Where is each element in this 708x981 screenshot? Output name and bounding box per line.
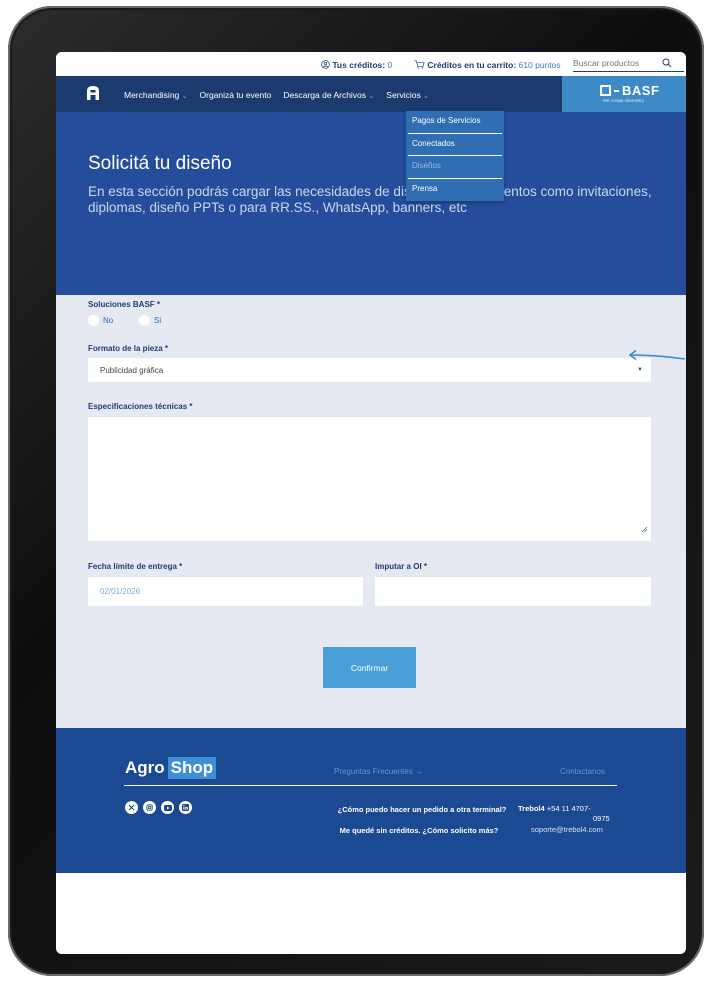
site-footer: Agro Shop Preguntas Frecuentes → Contact… [56, 728, 686, 873]
imputar-input[interactable] [375, 577, 651, 606]
cart-value: 610 puntos [518, 60, 561, 70]
cart-label: Créditos en tu carrito: [427, 60, 517, 70]
radio-no[interactable]: No [88, 315, 113, 326]
formato-selected-value: Publicidad gráfica [100, 366, 164, 375]
design-request-form: Soluciones BASF * No Si Formato de la pi… [56, 295, 686, 728]
chevron-down-icon: ⌄ [181, 93, 188, 100]
page-bottom [56, 873, 686, 954]
cart-icon [414, 60, 427, 70]
brand-agro: Agro [125, 758, 165, 777]
user-icon [321, 60, 332, 70]
faq-link[interactable]: Preguntas Frecuentes → [334, 767, 423, 776]
credits-value: 0 [387, 60, 393, 70]
search-box[interactable] [573, 58, 684, 72]
fecha-label: Fecha límite de entrega * [88, 562, 183, 571]
search-icon[interactable] [662, 58, 672, 70]
tablet-frame: Tus créditos: 0 Créditos en tu carrito: … [8, 6, 704, 976]
annotation-arrow-icon [628, 349, 686, 368]
linkedin-icon[interactable] [179, 801, 192, 814]
browser-screen: Tus créditos: 0 Créditos en tu carrito: … [56, 52, 686, 954]
dropdown-item-conectados[interactable]: Conectados [408, 134, 502, 156]
trebol-phone[interactable]: +54 11 4707- [547, 804, 591, 813]
especificaciones-label: Especificaciones técnicas * [88, 402, 193, 411]
imputar-label: Imputar a OI * [375, 562, 428, 571]
formato-select[interactable]: Publicidad gráfica ▼ [88, 358, 651, 382]
cart-credits-indicator[interactable]: Créditos en tu carrito: 610 puntos [414, 60, 561, 70]
servicios-dropdown: Pagos de Servicios Conectados Diseños Pr… [406, 111, 504, 201]
formato-label: Formato de la pieza * [88, 344, 169, 353]
trebol-contact: Trebol4 +54 11 4707- [518, 804, 591, 813]
resize-handle-icon[interactable] [641, 520, 648, 538]
radio-button[interactable] [139, 315, 150, 326]
contact-link[interactable]: Contactanos [560, 767, 605, 776]
radio-si[interactable]: Si [139, 315, 161, 326]
nav-menu: Merchandising ⌄ Organizá tu evento Desca… [124, 90, 429, 100]
basf-dash-icon [614, 89, 619, 92]
radio-button[interactable] [88, 315, 99, 326]
utility-bar: Tus créditos: 0 Créditos en tu carrito: … [56, 52, 686, 76]
credits-label: Tus créditos: [332, 60, 386, 70]
x-twitter-icon[interactable] [125, 801, 138, 814]
youtube-icon[interactable] [161, 801, 174, 814]
page-title: Solicitá tu diseño [88, 153, 232, 174]
brand-shop: Shop [167, 757, 217, 779]
credits-indicator[interactable]: Tus créditos: 0 [321, 60, 392, 70]
instagram-icon[interactable] [143, 801, 156, 814]
nav-item-organiza[interactable]: Organizá tu evento [200, 90, 272, 100]
dropdown-item-disenos[interactable]: Diseños [408, 156, 502, 179]
nav-item-servicios[interactable]: Servicios ⌄ [386, 90, 429, 100]
soluciones-label: Soluciones BASF * [88, 300, 161, 309]
agroshop-logo[interactable]: Agro Shop [125, 757, 217, 779]
nav-item-label: Servicios [386, 90, 421, 100]
faq-question-1[interactable]: ¿Cómo puedo hacer un pedido a otra termi… [337, 805, 507, 814]
nav-item-merchandising[interactable]: Merchandising ⌄ [124, 90, 188, 100]
radio-no-label: No [103, 316, 114, 325]
chevron-down-icon: ⌄ [423, 93, 430, 100]
search-input[interactable] [573, 58, 663, 68]
trebol-name: Trebol4 [518, 804, 545, 813]
dropdown-item-pagos[interactable]: Pagos de Servicios [408, 111, 502, 134]
fecha-input[interactable]: 02/01/2026 [88, 577, 363, 606]
trebol-phone-cont: 0975 [593, 814, 610, 823]
basf-logo[interactable]: BASF We create chemistry [562, 76, 686, 112]
nav-item-label: Descarga de Archivos [283, 90, 367, 100]
basf-tagline: We create chemistry [603, 98, 644, 103]
faq-question-2[interactable]: Me quedé sin créditos. ¿Cómo solicito má… [334, 826, 504, 835]
especificaciones-textarea[interactable] [88, 417, 651, 541]
social-links [125, 801, 192, 814]
basf-wordmark: BASF [600, 83, 659, 98]
nav-item-descarga[interactable]: Descarga de Archivos ⌄ [283, 90, 374, 100]
basf-square-icon [600, 85, 611, 96]
page-description: En esta sección podrás cargar las necesi… [88, 184, 652, 215]
home-icon[interactable] [86, 85, 100, 106]
chevron-down-icon: ⌄ [368, 93, 375, 100]
confirm-button[interactable]: Confirmar [323, 647, 416, 688]
basf-logo-text: BASF [622, 83, 660, 98]
hero-section: Solicitá tu diseño En esta sección podrá… [56, 112, 686, 295]
support-email[interactable]: soporte@trebol4.com [531, 825, 603, 834]
footer-divider [124, 785, 617, 786]
nav-item-label: Merchandising [124, 90, 180, 100]
dropdown-item-prensa[interactable]: Prensa [408, 179, 502, 202]
radio-si-label: Si [154, 316, 162, 325]
